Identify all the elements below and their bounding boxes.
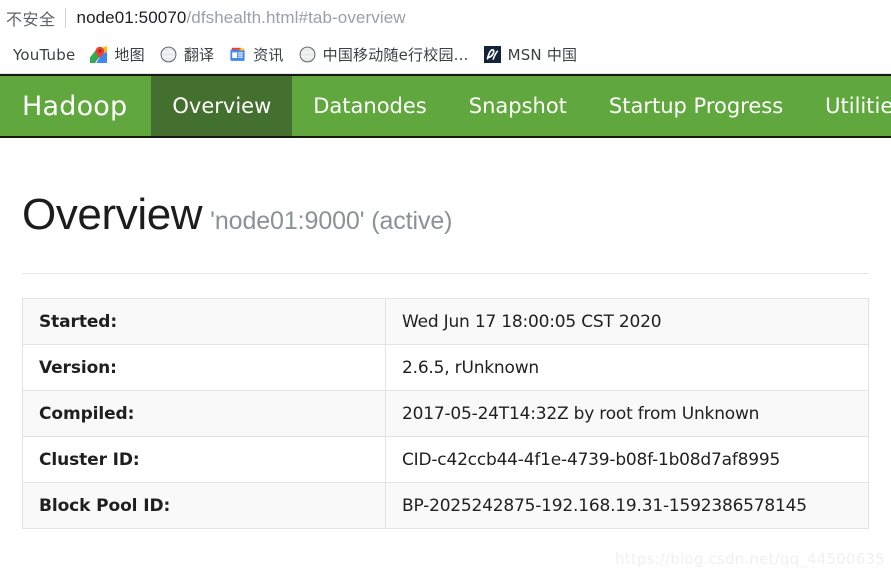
row-value: BP-2025242875-192.168.19.31-159238657814…	[385, 482, 869, 529]
bookmark-label: 地图	[114, 46, 145, 64]
row-value: Wed Jun 17 18:00:05 CST 2020	[385, 298, 869, 345]
msn-icon	[483, 46, 501, 63]
bookmark-china-mobile[interactable]: 中国移动随e行校园...	[292, 42, 476, 68]
browser-url-bar[interactable]: 不安全 node01:50070/dfshealth.html#tab-over…	[0, 0, 891, 36]
page-subtitle: 'node01:9000' (active)	[210, 207, 453, 235]
google-maps-icon	[90, 46, 108, 63]
nav-tab-snapshot[interactable]: Snapshot	[448, 76, 588, 136]
security-status-label[interactable]: 不安全	[6, 6, 56, 30]
navbar-brand[interactable]: Hadoop	[0, 76, 151, 136]
bookmark-label: MSN 中国	[507, 46, 578, 64]
overview-table-body: Started: Wed Jun 17 18:00:05 CST 2020 Ve…	[22, 298, 869, 529]
overview-table: Started: Wed Jun 17 18:00:05 CST 2020 Ve…	[22, 298, 869, 529]
nav-tab-label: Startup Progress	[608, 94, 784, 118]
row-label: Started:	[22, 298, 386, 345]
bookmark-label: 翻译	[183, 46, 215, 64]
row-label: Cluster ID:	[22, 436, 386, 483]
row-label: Compiled:	[22, 390, 386, 437]
nav-tab-label: Snapshot	[468, 94, 567, 118]
table-row: Cluster ID: CID-c42ccb44-4f1e-4739-b08f-…	[22, 436, 869, 483]
bookmark-maps[interactable]: 地图	[83, 42, 151, 68]
bookmark-news[interactable]: 资讯	[222, 42, 290, 68]
row-label: Block Pool ID:	[22, 482, 386, 529]
nav-tab-label: Datanodes	[313, 94, 427, 118]
google-news-icon	[230, 47, 245, 61]
table-row: Version: 2.6.5, rUnknown	[22, 344, 869, 391]
watermark: https://blog.csdn.net/qq_44500635	[615, 550, 885, 568]
url-text[interactable]: node01:50070/dfshealth.html#tab-overview	[77, 8, 406, 28]
row-value: 2.6.5, rUnknown	[385, 344, 869, 391]
url-host: node01:50070	[76, 8, 187, 27]
hadoop-navbar: Hadoop Overview Datanodes Snapshot Start…	[0, 74, 891, 138]
nav-tab-overview[interactable]: Overview	[151, 76, 293, 136]
browser-chrome: 不安全 node01:50070/dfshealth.html#tab-over…	[0, 0, 891, 74]
page-title-text: Overview	[22, 190, 203, 239]
page-content: Overview'node01:9000' (active) Started: …	[0, 138, 891, 529]
bookmark-label: YouTube	[13, 45, 76, 64]
page-title: Overview'node01:9000' (active)	[22, 138, 869, 240]
row-value: 2017-05-24T14:32Z by root from Unknown	[385, 390, 869, 437]
url-path: /dfshealth.html#tab-overview	[186, 8, 406, 27]
nav-tab-datanodes[interactable]: Datanodes	[292, 76, 448, 136]
bookmarks-bar: YouTube 地图 翻译 资讯 中国移动随e行校园... MSN 中国	[0, 36, 891, 74]
nav-tab-startup-progress[interactable]: Startup Progress	[588, 76, 804, 136]
bookmark-translate[interactable]: 翻译	[153, 42, 221, 68]
nav-tab-utilities[interactable]: Utilities	[804, 76, 891, 136]
nav-tab-label: Overview	[172, 94, 272, 118]
row-value: CID-c42ccb44-4f1e-4739-b08f-1b08d7af8995	[385, 436, 869, 483]
row-label: Version:	[22, 344, 386, 391]
bookmark-msn[interactable]: MSN 中国	[477, 42, 585, 68]
globe-icon	[298, 46, 316, 63]
table-row: Compiled: 2017-05-24T14:32Z by root from…	[22, 390, 869, 437]
title-divider	[22, 273, 869, 274]
nav-tab-label: Utilities	[825, 94, 891, 118]
globe-icon	[159, 46, 177, 63]
bookmark-label: 中国移动随e行校园...	[322, 46, 469, 64]
table-row: Block Pool ID: BP-2025242875-192.168.19.…	[22, 482, 869, 529]
table-row: Started: Wed Jun 17 18:00:05 CST 2020	[22, 298, 869, 345]
url-bar-divider	[64, 8, 66, 28]
bookmark-label: 资讯	[253, 46, 284, 64]
bookmark-youtube[interactable]: YouTube	[6, 42, 82, 68]
